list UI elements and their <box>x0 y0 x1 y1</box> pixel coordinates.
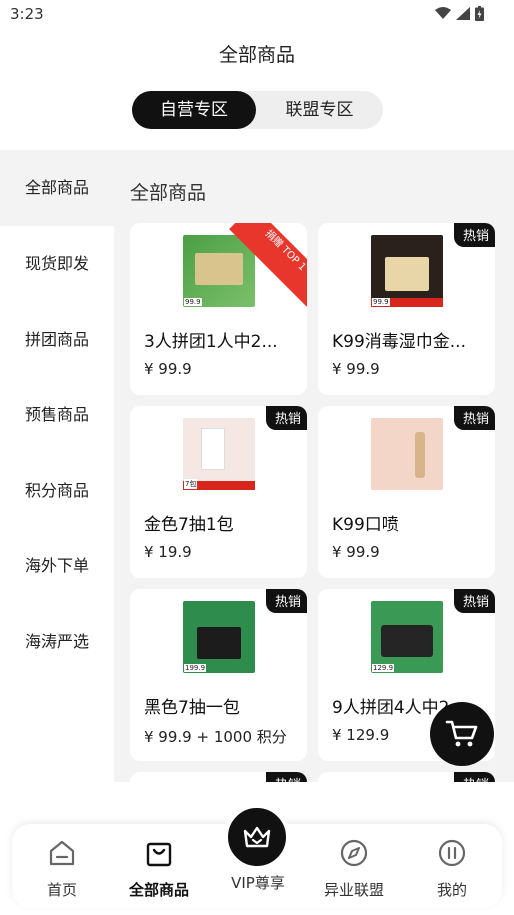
vip-button[interactable] <box>224 804 290 870</box>
tab-all-products-label: 全部商品 <box>128 881 189 899</box>
sidebar-item-group-buy[interactable]: 拼团商品 <box>0 302 114 378</box>
product-image-label: 129.9 <box>372 664 395 672</box>
product-list: 全部商品 99.9 捐赠 TOP 1 3人拼团1人中2... ¥ 99.9 99… <box>114 150 514 782</box>
status-bar: 3:23 <box>0 0 514 28</box>
wifi-icon <box>435 7 451 19</box>
product-image: 99.9 <box>371 235 443 307</box>
home-icon <box>49 840 75 866</box>
battery-icon <box>475 6 484 21</box>
cart-button[interactable] <box>430 702 494 766</box>
tab-vip-label[interactable]: VIP尊享 <box>210 872 306 893</box>
product-name: 金色7抽1包 <box>144 515 234 535</box>
status-icons <box>435 6 484 21</box>
sidebar-item-overseas[interactable]: 海外下单 <box>0 528 114 604</box>
product-name: 3人拼团1人中2... <box>144 332 278 352</box>
product-image: 129.9 <box>371 601 443 673</box>
category-sidebar: 全部商品 现货即发 拼团商品 预售商品 积分商品 海外下单 海涛严选 <box>0 150 114 825</box>
product-image: 199.9 <box>183 601 255 673</box>
compass-icon <box>340 839 368 867</box>
tab-mine-label: 我的 <box>436 881 467 899</box>
shopping-bag-icon <box>146 842 172 867</box>
tab-alliance-label: 异业联盟 <box>323 881 384 899</box>
product-price: ¥ 99.9 <box>332 360 380 378</box>
sidebar-item-selection[interactable]: 海涛严选 <box>0 604 114 680</box>
tab-home-label: 首页 <box>46 881 77 899</box>
hot-badge: 热销 <box>265 589 307 613</box>
product-image-label: 199.9 <box>184 664 207 672</box>
page-title: 全部商品 <box>218 44 295 66</box>
product-image: 99.9 <box>183 235 255 307</box>
product-card[interactable]: 99.9 热销 K99消毒湿巾金... ¥ 99.9 <box>318 223 495 395</box>
tab-home[interactable]: 首页 <box>14 824 110 908</box>
hot-badge: 热销 <box>453 406 495 430</box>
hot-badge: 热销 <box>265 406 307 430</box>
product-image-label: 7包 <box>184 479 198 489</box>
tab-alliance[interactable]: 异业联盟 <box>306 824 402 908</box>
product-card[interactable]: 99.9 捐赠 TOP 1 3人拼团1人中2... ¥ 99.9 <box>130 223 307 395</box>
product-card[interactable]: 热销 <box>318 772 495 782</box>
product-card[interactable]: 199.9 热销 黑色7抽一包 ¥ 99.9 + 1000 积分 <box>130 589 307 761</box>
sidebar-item-points[interactable]: 积分商品 <box>0 453 114 529</box>
product-name: 黑色7抽一包 <box>144 698 240 718</box>
hot-badge: 热销 <box>453 589 495 613</box>
product-name: K99消毒湿巾金... <box>332 332 466 352</box>
product-card[interactable]: 热销 K99口喷 ¥ 99.9 <box>318 406 495 578</box>
hot-badge: 热销 <box>265 772 307 782</box>
product-price: ¥ 99.9 <box>332 543 380 561</box>
cart-icon <box>445 720 478 747</box>
tab-alliance[interactable]: 联盟专区 <box>256 91 383 129</box>
product-image-label: 99.9 <box>184 298 202 306</box>
crown-icon <box>243 826 271 848</box>
status-time: 3:23 <box>10 5 44 23</box>
sidebar-item-presale[interactable]: 预售商品 <box>0 377 114 453</box>
product-image-label: 99.9 <box>372 298 390 306</box>
product-card[interactable]: 热销 <box>130 772 307 782</box>
product-price: ¥ 19.9 <box>144 543 192 561</box>
product-image: 7包 <box>183 418 255 490</box>
zone-segmented-control: 自营专区 联盟专区 <box>132 91 383 129</box>
sidebar-item-in-stock[interactable]: 现货即发 <box>0 226 114 302</box>
sidebar-item-all-products[interactable]: 全部商品 <box>0 150 114 226</box>
signal-icon <box>456 7 470 20</box>
product-price: ¥ 129.9 <box>332 726 390 744</box>
product-name: K99口喷 <box>332 515 399 535</box>
tab-self-operated[interactable]: 自营专区 <box>132 91 256 129</box>
product-card[interactable]: 7包 热销 金色7抽1包 ¥ 19.9 <box>130 406 307 578</box>
product-price: ¥ 99.9 + 1000 积分 <box>144 728 287 746</box>
product-image <box>371 418 443 490</box>
tab-all-products[interactable]: 全部商品 <box>111 824 207 908</box>
product-price: ¥ 99.9 <box>144 360 192 378</box>
section-title: 全部商品 <box>130 182 207 204</box>
tab-mine[interactable]: 我的 <box>404 824 500 908</box>
hot-badge: 热销 <box>453 772 495 782</box>
hot-badge: 热销 <box>453 223 495 247</box>
pause-circle-icon <box>438 839 466 867</box>
